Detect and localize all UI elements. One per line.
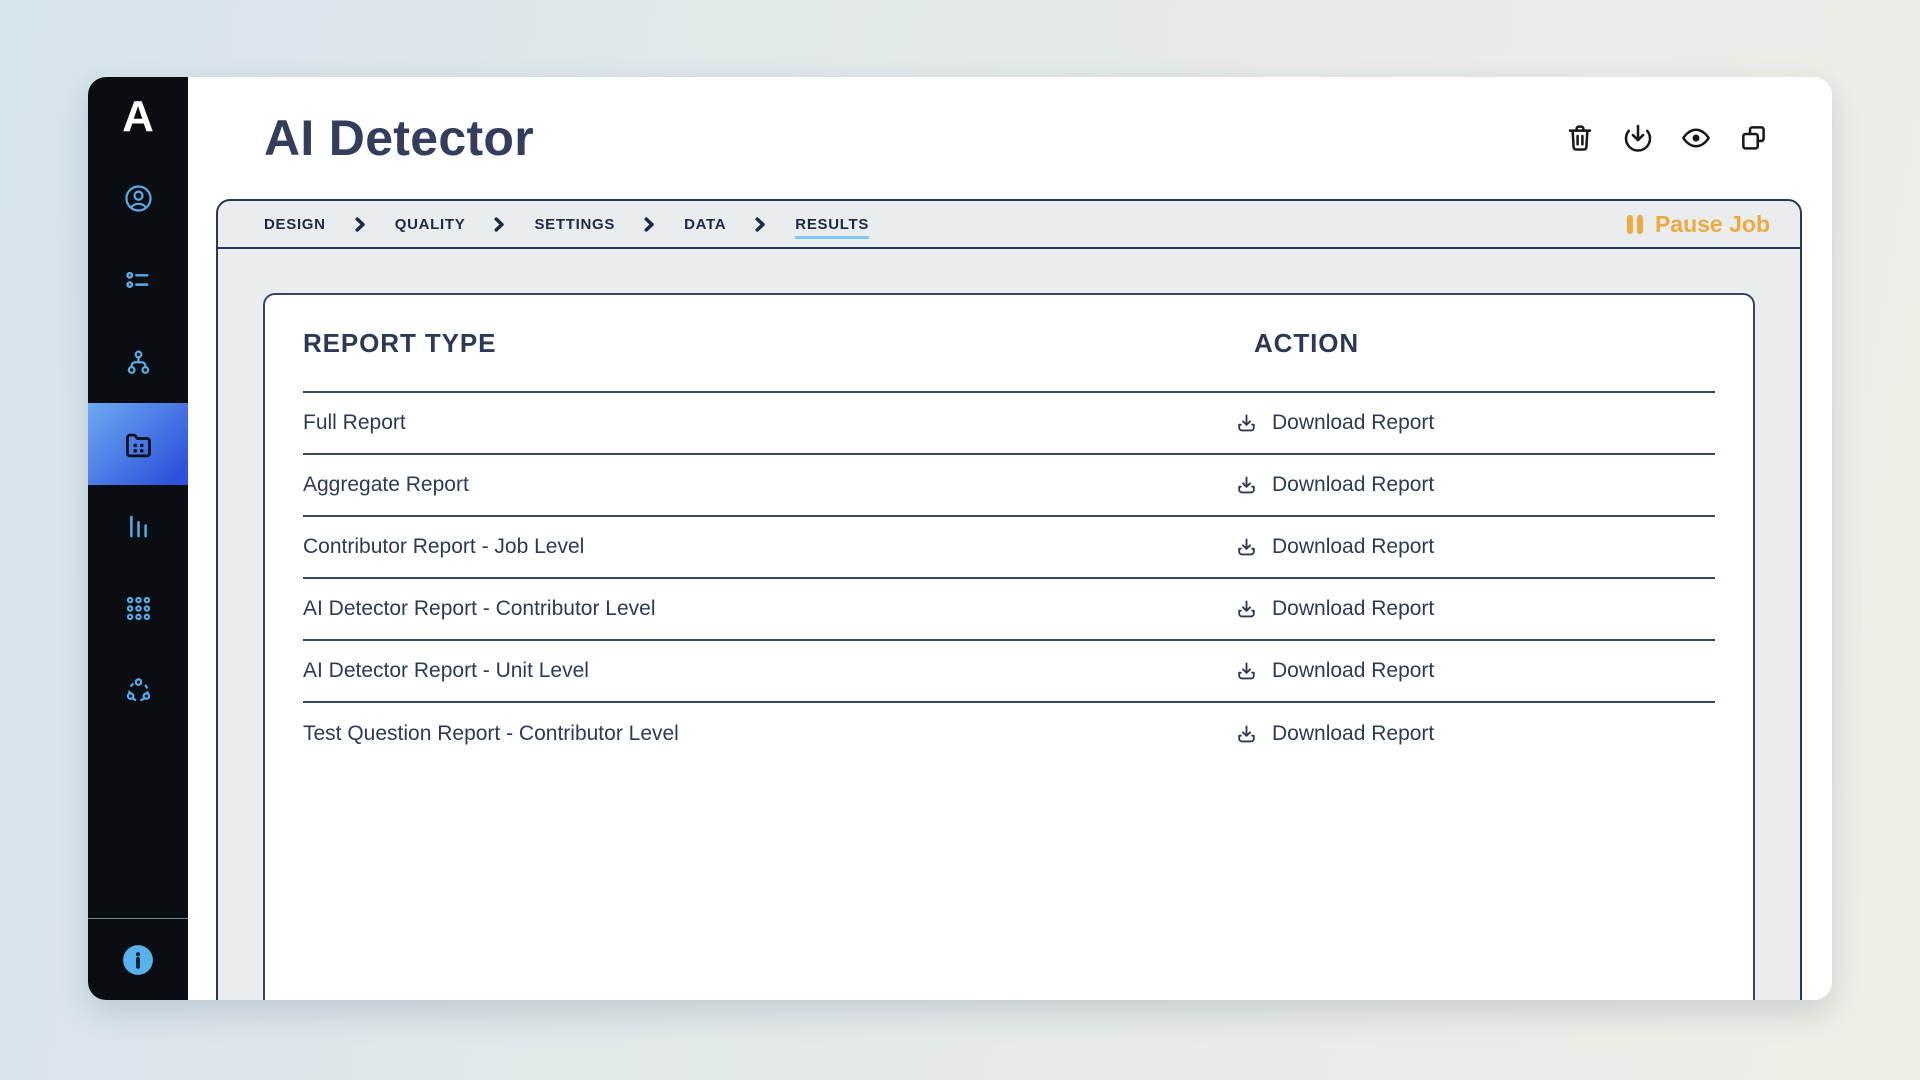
table-row: Test Question Report - Contributor Level… — [303, 703, 1715, 765]
report-type-label: Full Report — [303, 411, 1234, 435]
step-results[interactable]: RESULTS — [795, 216, 869, 239]
report-type-label: Test Question Report - Contributor Level — [303, 722, 1234, 746]
header-actions — [1564, 122, 1770, 154]
table-row: Contributor Report - Job Level Download … — [303, 517, 1715, 579]
user-circle-icon — [123, 183, 154, 214]
download-report-label: Download Report — [1272, 411, 1434, 435]
step-settings[interactable]: SETTINGS — [534, 216, 615, 233]
sidebar-item-workflow[interactable] — [88, 321, 188, 403]
chevron-right-icon — [754, 217, 767, 232]
download-tray-icon — [1234, 535, 1259, 560]
trash-icon — [1564, 122, 1596, 154]
stepper-steps: DESIGN QUALITY SETTINGS DATA RESULTS — [264, 216, 869, 233]
app-window: A — [88, 77, 1832, 1000]
report-table-body: Full Report Download Report Aggregate Re… — [303, 393, 1715, 765]
chevron-right-icon — [643, 217, 656, 232]
bar-chart-icon — [123, 511, 154, 542]
sidebar-item-analytics[interactable] — [88, 485, 188, 567]
duplicate-job-button[interactable] — [1738, 122, 1770, 154]
download-report-button[interactable]: Download Report — [1234, 659, 1715, 684]
org-chart-icon — [123, 347, 154, 378]
step-quality[interactable]: QUALITY — [395, 216, 466, 233]
sidebar-item-cluster[interactable] — [88, 649, 188, 731]
main-panel: AI Detector — [188, 77, 1832, 1000]
download-tray-icon — [1234, 722, 1259, 747]
delete-job-button[interactable] — [1564, 122, 1596, 154]
download-report-button[interactable]: Download Report — [1234, 722, 1715, 747]
sidebar-item-data-grid[interactable] — [88, 567, 188, 649]
chevron-right-icon — [354, 217, 367, 232]
download-report-button[interactable]: Download Report — [1234, 411, 1715, 436]
download-report-label: Download Report — [1272, 659, 1434, 683]
report-table-card: REPORT TYPE ACTION Full Report Download … — [263, 293, 1755, 1000]
sidebar-item-tasks[interactable] — [88, 239, 188, 321]
page-title: AI Detector — [264, 109, 534, 167]
report-table-header: REPORT TYPE ACTION — [303, 295, 1715, 393]
pause-job-label: Pause Job — [1655, 211, 1770, 238]
table-row: AI Detector Report - Unit Level Download… — [303, 641, 1715, 703]
pause-icon — [1627, 215, 1643, 234]
main-header: AI Detector — [188, 77, 1832, 199]
download-circle-icon — [1622, 122, 1654, 154]
sidebar: A — [88, 77, 188, 1000]
info-icon[interactable] — [121, 943, 155, 977]
table-row: Aggregate Report Download Report — [303, 455, 1715, 517]
column-header-action: ACTION — [1234, 328, 1715, 359]
download-report-label: Download Report — [1272, 597, 1434, 621]
task-list-icon — [123, 265, 154, 296]
sidebar-item-reports[interactable] — [88, 403, 188, 485]
folder-reports-icon — [122, 428, 155, 461]
workflow-container: DESIGN QUALITY SETTINGS DATA RESULTS Pau… — [216, 199, 1802, 1000]
sidebar-footer — [88, 918, 188, 1000]
sidebar-item-profile[interactable] — [88, 157, 188, 239]
download-tray-icon — [1234, 597, 1259, 622]
download-report-button[interactable]: Download Report — [1234, 535, 1715, 560]
preview-job-button[interactable] — [1680, 122, 1712, 154]
download-job-button[interactable] — [1622, 122, 1654, 154]
table-row: AI Detector Report - Contributor Level D… — [303, 579, 1715, 641]
download-report-label: Download Report — [1272, 535, 1434, 559]
download-report-button[interactable]: Download Report — [1234, 473, 1715, 498]
app-logo: A — [88, 77, 188, 157]
pause-job-button[interactable]: Pause Job — [1627, 211, 1770, 238]
chevron-right-icon — [493, 217, 506, 232]
report-type-label: AI Detector Report - Unit Level — [303, 659, 1234, 683]
step-design[interactable]: DESIGN — [264, 216, 326, 233]
eye-icon — [1680, 122, 1712, 154]
stepper-bar: DESIGN QUALITY SETTINGS DATA RESULTS Pau… — [218, 201, 1800, 249]
logo-letter: A — [122, 95, 154, 139]
dot-grid-icon — [123, 593, 154, 624]
download-tray-icon — [1234, 659, 1259, 684]
download-report-label: Download Report — [1272, 473, 1434, 497]
download-report-label: Download Report — [1272, 722, 1434, 746]
report-type-label: AI Detector Report - Contributor Level — [303, 597, 1234, 621]
download-tray-icon — [1234, 473, 1259, 498]
step-data[interactable]: DATA — [684, 216, 726, 233]
download-report-button[interactable]: Download Report — [1234, 597, 1715, 622]
download-tray-icon — [1234, 411, 1259, 436]
cluster-icon — [123, 675, 154, 706]
column-header-report-type: REPORT TYPE — [303, 328, 1234, 359]
report-type-label: Contributor Report - Job Level — [303, 535, 1234, 559]
copy-icon — [1738, 122, 1770, 154]
table-row: Full Report Download Report — [303, 393, 1715, 455]
report-type-label: Aggregate Report — [303, 473, 1234, 497]
